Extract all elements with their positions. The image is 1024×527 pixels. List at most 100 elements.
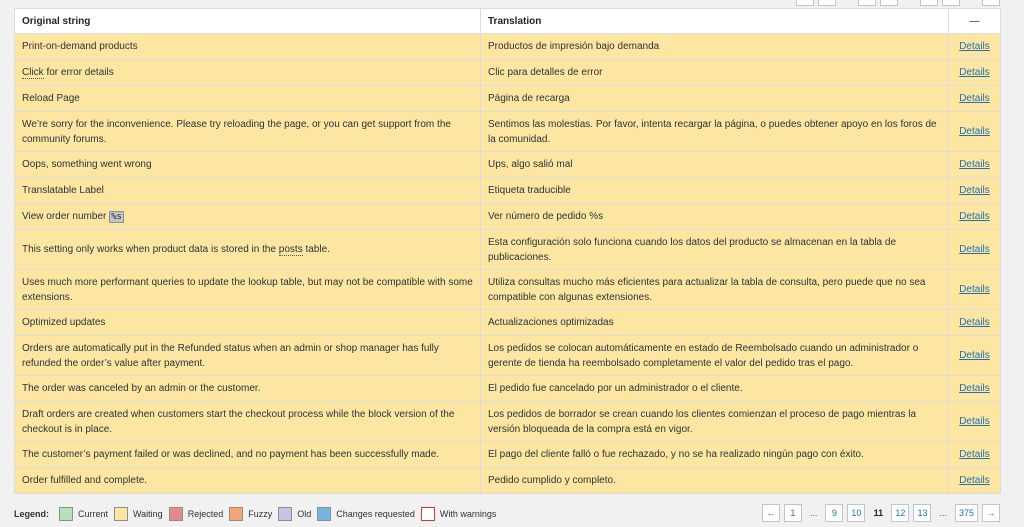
top-pagination-partial <box>796 0 1000 6</box>
table-row[interactable]: Draft orders are created when customers … <box>14 401 1001 442</box>
table-row[interactable]: Translatable Label Etiqueta traducible D… <box>14 177 1001 204</box>
details-link[interactable]: Details <box>959 244 990 255</box>
original-text: table. <box>302 244 330 255</box>
pagination: ← 1 ... 9 10 11 12 13 ... 375 → <box>761 504 1000 522</box>
original-cell: Uses much more performant queries to upd… <box>14 269 481 310</box>
table-row[interactable]: Order fulfilled and complete. Pedido cum… <box>14 467 1001 494</box>
original-cell: Optimized updates <box>14 309 481 336</box>
page-button-12[interactable]: 12 <box>891 504 910 522</box>
table-row[interactable]: We’re sorry for the inconvenience. Pleas… <box>14 111 1001 152</box>
page-button-10[interactable]: 10 <box>847 504 866 522</box>
details-link[interactable]: Details <box>959 67 990 78</box>
current-page: 11 <box>873 508 884 518</box>
top-page-button[interactable] <box>942 0 960 6</box>
top-page-button[interactable] <box>982 0 1000 6</box>
page-button-13[interactable]: 13 <box>913 504 932 522</box>
top-page-button[interactable] <box>858 0 876 6</box>
table-row[interactable]: Print-on-demand products Productos de im… <box>14 33 1001 60</box>
top-page-button[interactable] <box>920 0 938 6</box>
table-row[interactable]: Click for error details Clic para detall… <box>14 59 1001 86</box>
translation-cell: Pedido cumplido y completo. <box>480 467 949 494</box>
table-row[interactable]: Oops, something went wrong Ups, algo sal… <box>14 151 1001 178</box>
original-text: View order number <box>22 210 110 222</box>
original-cell: Order fulfilled and complete. <box>14 467 481 494</box>
original-cell: This setting only works when product dat… <box>14 229 481 270</box>
placeholder-token: %s <box>109 210 124 223</box>
details-link[interactable]: Details <box>959 350 990 361</box>
glossary-term[interactable]: posts <box>278 244 303 256</box>
next-page-button[interactable]: → <box>982 504 1000 522</box>
table-row[interactable]: Reload Page Página de recarga Details <box>14 85 1001 112</box>
table-row[interactable]: View order number %s Ver número de pedid… <box>14 203 1001 230</box>
original-text: for error details <box>43 67 114 78</box>
legend-title: Legend: <box>14 509 49 519</box>
table-row[interactable]: The order was canceled by an admin or th… <box>14 375 1001 402</box>
original-cell: Print-on-demand products <box>14 33 481 60</box>
legend-label: Old <box>297 509 312 519</box>
details-link[interactable]: Details <box>959 449 990 460</box>
translations-table: Original string Translation — Print-on-d… <box>14 8 1001 494</box>
translation-cell: Productos de impresión bajo demanda <box>480 33 949 60</box>
legend-swatch-with-warnings <box>420 507 435 521</box>
translation-cell: Esta configuración solo funciona cuando … <box>480 229 949 270</box>
details-link[interactable]: Details <box>959 41 990 52</box>
table-row[interactable]: Orders are automatically put in the Refu… <box>14 335 1001 376</box>
details-link[interactable]: Details <box>959 317 990 328</box>
page-button-375[interactable]: 375 <box>954 504 978 522</box>
top-page-button[interactable] <box>818 0 836 6</box>
original-cell: We’re sorry for the inconvenience. Pleas… <box>14 111 481 152</box>
original-cell: View order number %s <box>14 203 481 230</box>
table-row[interactable]: Optimized updates Actualizaciones optimi… <box>14 309 1001 336</box>
original-cell: Oops, something went wrong <box>14 151 481 178</box>
header-translation: Translation <box>480 8 949 34</box>
legend-label: Rejected <box>187 509 224 519</box>
page-button-1[interactable]: 1 <box>783 504 802 522</box>
original-cell: Orders are automatically put in the Refu… <box>14 335 481 376</box>
prev-page-button[interactable]: ← <box>761 504 780 522</box>
translation-cell: Utiliza consultas mucho más eficientes p… <box>480 269 949 310</box>
top-page-button[interactable] <box>796 0 814 6</box>
header-original-string: Original string <box>14 8 481 34</box>
details-link[interactable]: Details <box>959 383 990 394</box>
legend-swatch-old <box>278 507 293 521</box>
original-cell: Draft orders are created when customers … <box>14 401 481 442</box>
table-row[interactable]: The customer’s payment failed or was dec… <box>14 441 1001 468</box>
legend-label: Changes requested <box>336 509 415 519</box>
table-row[interactable]: This setting only works when product dat… <box>14 229 1001 270</box>
legend-label: Current <box>78 509 109 519</box>
status-legend: Legend: Current Waiting Rejected Fuzzy O… <box>14 507 496 521</box>
legend-label: Waiting <box>133 509 163 519</box>
table-row[interactable]: Uses much more performant queries to upd… <box>14 269 1001 310</box>
pagination-ellipsis: ... <box>939 508 947 518</box>
table-header-row: Original string Translation — <box>14 8 1001 34</box>
original-cell: The order was canceled by an admin or th… <box>14 375 481 402</box>
details-link[interactable]: Details <box>959 159 990 170</box>
legend-swatch-fuzzy <box>229 507 244 521</box>
details-link[interactable]: Details <box>959 475 990 486</box>
original-cell: Translatable Label <box>14 177 481 204</box>
translation-cell: Ver número de pedido %s <box>480 203 949 230</box>
legend-swatch-waiting <box>114 507 129 521</box>
translation-cell: Ups, algo salió mal <box>480 151 949 178</box>
details-link[interactable]: Details <box>959 211 990 222</box>
details-link[interactable]: Details <box>959 416 990 427</box>
details-link[interactable]: Details <box>959 126 990 137</box>
legend-label: With warnings <box>439 509 497 519</box>
glossary-term[interactable]: Click <box>22 67 44 79</box>
legend-swatch-current <box>59 507 73 521</box>
translation-cell: Página de recarga <box>480 85 949 112</box>
legend-swatch-rejected <box>168 507 183 521</box>
original-cell: Reload Page <box>14 85 481 112</box>
details-link[interactable]: Details <box>959 93 990 104</box>
details-link[interactable]: Details <box>959 284 990 295</box>
original-cell: Click for error details <box>14 59 481 86</box>
original-cell: The customer’s payment failed or was dec… <box>14 441 481 468</box>
top-page-button[interactable] <box>880 0 898 6</box>
pagination-ellipsis: ... <box>809 508 818 518</box>
translation-cell: Los pedidos de borrador se crean cuando … <box>480 401 949 442</box>
details-link[interactable]: Details <box>959 185 990 196</box>
legend-label: Fuzzy <box>248 509 273 519</box>
page-button-9[interactable]: 9 <box>825 504 844 522</box>
translation-cell: El pedido fue cancelado por un administr… <box>480 375 949 402</box>
original-text: This setting only works when product dat… <box>22 244 279 255</box>
